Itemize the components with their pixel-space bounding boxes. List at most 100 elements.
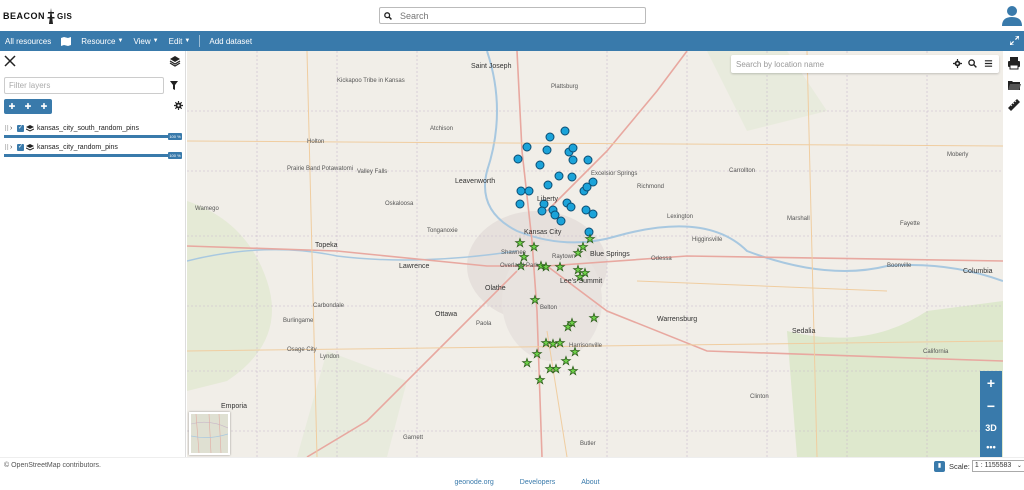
- filter-layers-input[interactable]: Filter layers: [4, 77, 164, 94]
- layer-row-pins[interactable]: ⠿ › ✓ kansas_city_random_pins: [4, 141, 182, 154]
- gear-icon[interactable]: [174, 101, 183, 110]
- opacity-value[interactable]: 100 %: [168, 152, 182, 159]
- map-label: California: [923, 349, 949, 355]
- ruler-icon[interactable]: [1007, 98, 1021, 112]
- layer-visibility-checkbox[interactable]: ✓: [17, 144, 24, 151]
- footer-link-about[interactable]: About: [581, 479, 599, 490]
- map-label: Belton: [540, 305, 558, 311]
- map-label: Saint Joseph: [471, 63, 512, 70]
- layer-visibility-checkbox[interactable]: ✓: [17, 125, 24, 132]
- logo-word-1: BEACON: [3, 11, 46, 21]
- add-layer-icon[interactable]: ✚: [8, 102, 17, 111]
- resource-menu[interactable]: Resource ▼: [76, 31, 128, 51]
- map-label: Kickapoo Tribe in Kansas: [337, 78, 405, 84]
- scale-control: ▮ Scale: 1 : 1155583 ⌄: [934, 460, 1024, 472]
- map-label: Topeka: [315, 242, 338, 249]
- opacity-value[interactable]: 100 %: [168, 133, 182, 140]
- user-avatar-icon[interactable]: [1001, 4, 1023, 26]
- attribution-text: © OpenStreetMap contributors.: [4, 462, 101, 469]
- footer-link-developers[interactable]: Developers: [520, 479, 555, 490]
- layer-type-icon: [26, 143, 34, 151]
- map-label: Clinton: [750, 394, 769, 400]
- menu-icon[interactable]: [984, 59, 993, 68]
- map-label: Fayette: [900, 221, 921, 227]
- map-label: Paola: [476, 321, 492, 327]
- all-resources-link[interactable]: All resources: [0, 31, 56, 51]
- scale-select[interactable]: 1 : 1155583 ⌄: [971, 460, 1024, 472]
- map-label: Atchison: [430, 126, 454, 132]
- map-label: Lexington: [667, 214, 694, 220]
- tower-icon: [47, 8, 55, 24]
- view-menu-label: View: [133, 36, 151, 46]
- map-label: Wamego: [195, 206, 219, 212]
- right-toolbar: [1003, 51, 1024, 457]
- scale-icon[interactable]: ▮: [934, 460, 945, 472]
- layer-name: kansas_city_random_pins: [37, 144, 118, 151]
- expand-icon[interactable]: [1010, 36, 1019, 45]
- minimap-image: [190, 413, 229, 454]
- map-canvas[interactable]: Saint Joseph Plattsburg Atchison Holton …: [187, 51, 1003, 457]
- zoom-out-button[interactable]: −: [987, 399, 995, 413]
- folder-icon[interactable]: [1007, 78, 1021, 92]
- location-search[interactable]: Search by location name: [731, 55, 999, 73]
- map-label: Moberly: [947, 152, 969, 158]
- top-bar: BEACON GIS: [0, 0, 1024, 31]
- more-options-button[interactable]: •••: [986, 442, 995, 452]
- map-label: Holton: [307, 139, 325, 145]
- print-icon[interactable]: [1007, 56, 1021, 70]
- search-icon[interactable]: [968, 59, 977, 68]
- layer-opacity-slider[interactable]: 100 %: [4, 152, 182, 159]
- close-icon[interactable]: [4, 55, 16, 67]
- map-label: Burlingame: [283, 318, 314, 324]
- map-label: Liberty: [537, 196, 559, 203]
- layers-icon[interactable]: [169, 55, 181, 67]
- edit-menu-label: Edit: [168, 36, 183, 46]
- layer-name: kansas_city_south_random_pins: [37, 125, 139, 132]
- add-group-icon[interactable]: ✚: [24, 102, 33, 111]
- all-resources-label: All resources: [5, 36, 52, 46]
- chevron-down-icon: ▼: [184, 38, 191, 44]
- map-icon-button[interactable]: [56, 31, 76, 51]
- map-label: Prairie Band Potawatomi: [287, 166, 354, 172]
- chevron-right-icon[interactable]: ›: [10, 125, 17, 132]
- edit-menu[interactable]: Edit ▼: [164, 31, 196, 51]
- map-label: Emporia: [221, 403, 248, 410]
- map-label: Plattsburg: [551, 84, 579, 90]
- map-label: Lee's Summit: [560, 278, 603, 285]
- footer-links: geonode.org Developers About: [0, 474, 1024, 490]
- layer-tool-icon[interactable]: ✚: [40, 102, 49, 111]
- overview-minimap[interactable]: [189, 412, 230, 455]
- map-label: Columbia: [963, 268, 993, 275]
- zoom-controls: + − 3D •••: [980, 371, 1002, 457]
- map-label: Kansas City: [524, 229, 562, 236]
- layer-tools-group: ✚ ✚ ✚: [4, 99, 52, 114]
- add-dataset-button[interactable]: Add dataset: [204, 31, 257, 51]
- zoom-in-button[interactable]: +: [987, 376, 995, 390]
- app-logo[interactable]: BEACON GIS: [3, 6, 72, 26]
- location-search-placeholder: Search by location name: [736, 59, 825, 69]
- gear-icon[interactable]: [953, 59, 962, 68]
- layer-row-south-pins[interactable]: ⠿ › ✓ kansas_city_south_random_pins: [4, 122, 182, 135]
- filter-icon[interactable]: [170, 81, 178, 90]
- map-label: Harrisonville: [569, 343, 603, 349]
- map-label: Blue Springs: [590, 251, 630, 258]
- map-label: Odessa: [651, 256, 672, 262]
- map-label: Warrensburg: [657, 316, 698, 323]
- global-search[interactable]: [379, 7, 646, 24]
- map-label: Sedalia: [792, 328, 816, 335]
- layer-opacity-slider[interactable]: 100 %: [4, 133, 182, 140]
- global-search-input[interactable]: [400, 10, 640, 21]
- map-label: Boonville: [887, 263, 912, 269]
- search-icon: [384, 11, 392, 20]
- chevron-down-icon: ▼: [117, 38, 124, 44]
- map-label: Tonganoxie: [427, 228, 458, 234]
- map-label: Lawrence: [399, 263, 430, 270]
- chevron-right-icon[interactable]: ›: [10, 144, 17, 151]
- footer-link-geonode[interactable]: geonode.org: [454, 479, 493, 490]
- 3d-toggle-button[interactable]: 3D: [985, 423, 997, 433]
- map-label: Osage City: [287, 347, 317, 353]
- map-label: Richmond: [637, 184, 665, 190]
- map-label: Lyndon: [320, 354, 340, 360]
- scale-label: Scale:: [949, 461, 970, 471]
- view-menu[interactable]: View ▼: [128, 31, 163, 51]
